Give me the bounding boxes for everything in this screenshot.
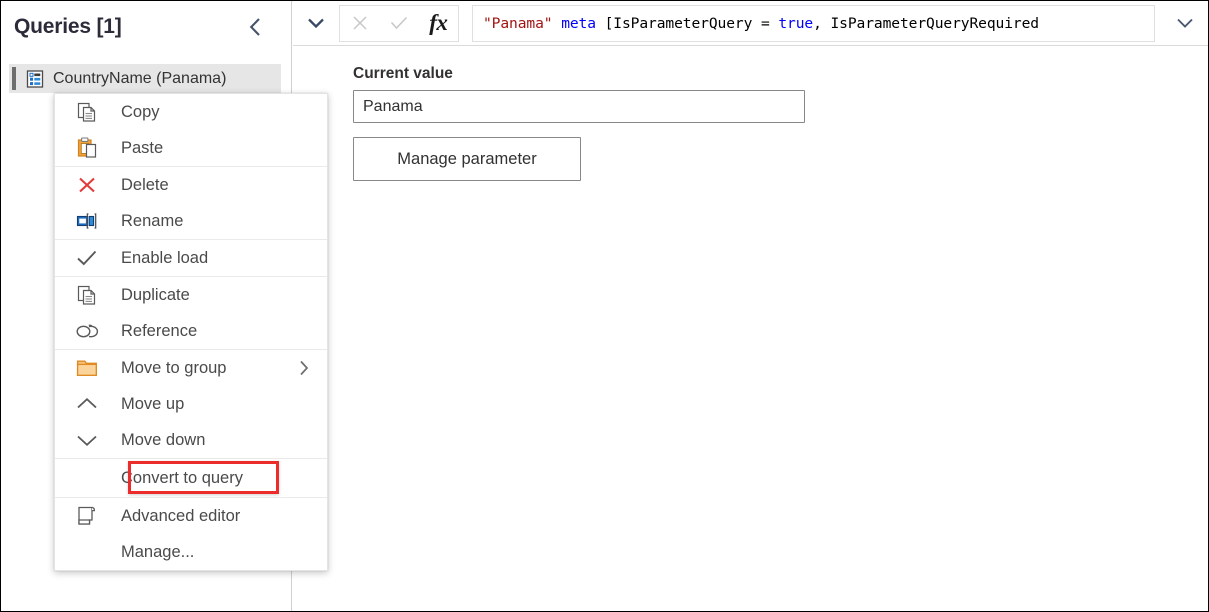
fx-icon: fx [429, 10, 448, 35]
menu-item-label: Move to group [121, 358, 227, 377]
formula-bar-actions: fx [339, 4, 459, 42]
checkmark-icon [390, 16, 408, 30]
delete-x-icon [69, 171, 105, 199]
menu-item-label: Copy [121, 102, 160, 121]
menu-item-label: Move down [121, 430, 206, 449]
duplicate-icon [69, 281, 105, 309]
formula-bar-expand-button[interactable] [293, 1, 339, 45]
formula-fx-button[interactable]: fx [421, 6, 455, 41]
chevron-down-icon [69, 426, 105, 454]
queries-pane-header: Queries [1] [1, 1, 292, 53]
menu-section-move: Move to group Move up Move down [55, 350, 327, 458]
folder-icon [69, 354, 105, 382]
menu-item-paste[interactable]: Paste [55, 130, 327, 166]
close-x-icon [353, 16, 367, 30]
manage-parameter-button[interactable]: Manage parameter [353, 137, 581, 181]
current-value-label: Current value [353, 65, 453, 82]
menu-item-label: Advanced editor [121, 506, 241, 525]
copy-icon [69, 98, 105, 126]
power-query-editor-window: Queries [1] CountryName (Panama) Copy Pa… [0, 0, 1209, 612]
menu-item-label: Rename [121, 211, 184, 230]
paste-icon [69, 134, 105, 162]
parameter-panel: Current value Manage parameter [353, 65, 805, 181]
query-list-item-countryname[interactable]: CountryName (Panama) [9, 64, 281, 93]
chevron-down-icon [308, 18, 324, 29]
menu-section-clipboard: Copy Paste [55, 94, 327, 166]
menu-item-label: Delete [121, 175, 169, 194]
menu-item-move-down[interactable]: Move down [55, 422, 327, 458]
menu-section-load: Enable load [55, 240, 327, 276]
current-value-input[interactable] [353, 90, 805, 123]
chevron-right-icon [298, 359, 310, 377]
menu-item-rename[interactable]: Rename [55, 203, 327, 239]
menu-item-convert-to-query[interactable]: Convert to query [55, 459, 327, 497]
formula-input[interactable]: "Panama" meta [IsParameterQuery = true, … [472, 4, 1155, 42]
formula-text: "Panama" meta [IsParameterQuery = true, … [483, 14, 1039, 32]
menu-item-label: Enable load [121, 248, 209, 267]
menu-item-label: Duplicate [121, 285, 190, 304]
query-context-menu: Copy Paste Delete Rename Enable load Dup… [54, 93, 328, 571]
parameter-icon [26, 69, 44, 88]
menu-item-manage[interactable]: Manage... [55, 534, 327, 570]
content-pane: fx "Panama" meta [IsParameterQuery = tru… [293, 1, 1208, 611]
menu-item-label: Manage... [121, 542, 195, 561]
menu-section-convert: Convert to query [55, 459, 327, 497]
menu-section-advanced: Advanced editor Manage... [55, 498, 327, 570]
convert-to-query-icon-placeholder [69, 464, 105, 492]
queries-pane-title: Queries [1] [14, 15, 122, 38]
menu-item-label: Reference [121, 321, 198, 340]
reference-link-icon [69, 317, 105, 345]
rename-icon [69, 207, 105, 235]
menu-item-label: Convert to query [121, 468, 243, 487]
query-list-item-label: CountryName (Panama) [53, 69, 227, 87]
menu-section-derive: Duplicate Reference [55, 277, 327, 349]
check-icon [69, 244, 105, 272]
formula-confirm-button[interactable] [382, 6, 416, 41]
menu-item-move-up[interactable]: Move up [55, 386, 327, 422]
menu-section-edit: Delete Rename [55, 167, 327, 239]
chevron-left-icon [249, 18, 260, 36]
menu-item-reference[interactable]: Reference [55, 313, 327, 349]
menu-item-duplicate[interactable]: Duplicate [55, 277, 327, 313]
manage-icon-placeholder [69, 538, 105, 566]
queries-pane: Queries [1] CountryName (Panama) Copy Pa… [1, 1, 328, 611]
chevron-down-icon [1177, 18, 1193, 28]
chevron-up-icon [69, 390, 105, 418]
menu-item-label: Paste [121, 138, 164, 157]
selection-indicator [12, 67, 16, 90]
formula-bar-dropdown-button[interactable] [1162, 1, 1208, 45]
formula-cancel-button[interactable] [343, 6, 377, 41]
menu-item-copy[interactable]: Copy [55, 94, 327, 130]
collapse-pane-button[interactable] [242, 13, 270, 41]
menu-item-enable-load[interactable]: Enable load [55, 240, 327, 276]
menu-item-move-to-group[interactable]: Move to group [55, 350, 327, 386]
menu-item-label: Move up [121, 394, 185, 413]
advanced-editor-icon [69, 502, 105, 530]
formula-bar: fx "Panama" meta [IsParameterQuery = tru… [293, 1, 1208, 46]
menu-item-delete[interactable]: Delete [55, 167, 327, 203]
menu-item-advanced-editor[interactable]: Advanced editor [55, 498, 327, 534]
